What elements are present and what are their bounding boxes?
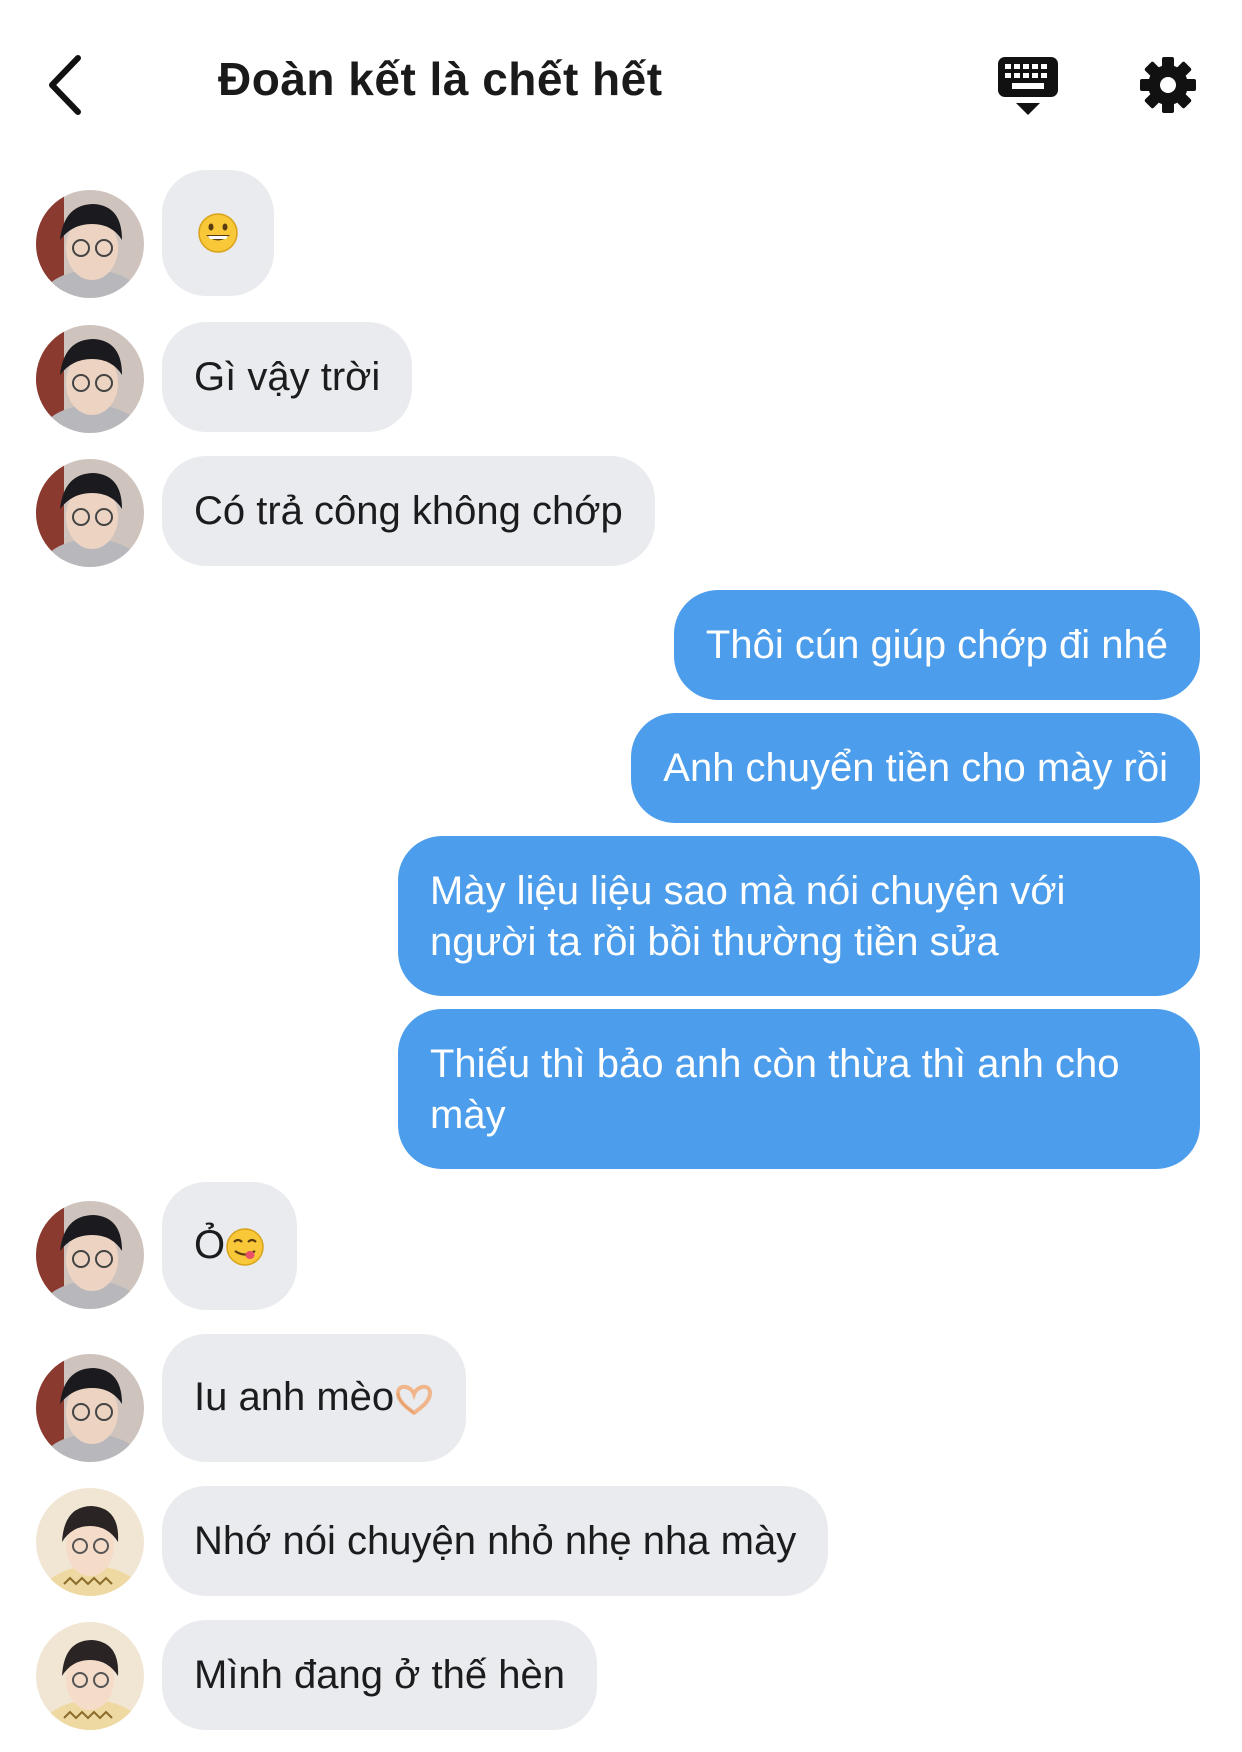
- keyboard-hide-icon: [998, 57, 1058, 115]
- message-text: Mình đang ở thế hèn: [194, 1653, 565, 1697]
- grinning-face-icon: [198, 213, 238, 253]
- heart-hands-icon: [396, 1385, 433, 1416]
- message-bubble-incoming[interactable]: [162, 170, 274, 296]
- message-bubble-outgoing[interactable]: Thôi cún giúp chớp đi nhé: [673, 590, 1200, 700]
- message-bubble-outgoing[interactable]: Anh chuyển tiền cho mày rồi: [631, 713, 1200, 823]
- back-button[interactable]: [40, 50, 100, 120]
- chevron-left-icon: [49, 55, 81, 115]
- settings-button[interactable]: [1138, 55, 1198, 115]
- face-savoring-food-icon: [226, 1228, 264, 1267]
- message-bubble-outgoing[interactable]: Thiếu thì bảo anh còn thừa thì anh cho m…: [398, 1009, 1200, 1169]
- gear-icon: [1140, 57, 1196, 113]
- message-bubble-incoming[interactable]: Iu anh mèo: [162, 1334, 467, 1462]
- avatar[interactable]: [36, 1488, 144, 1596]
- keyboard-button[interactable]: [995, 54, 1061, 118]
- message-bubble-incoming[interactable]: Mình đang ở thế hèn: [162, 1620, 597, 1730]
- avatar[interactable]: [36, 459, 144, 567]
- message-text: Anh chuyển tiền cho mày rồi: [663, 746, 1168, 790]
- avatar[interactable]: [36, 1622, 144, 1730]
- message-bubble-outgoing[interactable]: Mày liệu liệu sao mà nói chuyện với ngườ…: [398, 836, 1200, 996]
- message-text: Gì vậy trời: [194, 355, 381, 399]
- message-text: Có trả công không chớp: [194, 489, 623, 533]
- chat-title: Đoàn kết là chết hết: [218, 53, 663, 105]
- avatar[interactable]: [36, 1201, 144, 1309]
- message-bubble-incoming[interactable]: Gì vậy trời: [162, 322, 413, 432]
- message-bubble-incoming[interactable]: Ỏ: [162, 1182, 298, 1310]
- avatar[interactable]: [36, 325, 144, 433]
- message-bubble-incoming[interactable]: Có trả công không chớp: [162, 456, 655, 566]
- message-text: Iu anh mèo: [194, 1375, 395, 1419]
- chat-header: Đoàn kết là chết hết: [0, 0, 1242, 170]
- message-text: Ỏ: [194, 1223, 226, 1267]
- message-text: Nhớ nói chuyện nhỏ nhẹ nha mày: [194, 1519, 797, 1563]
- message-text: Mày liệu liệu sao mà nói chuyện với ngườ…: [430, 869, 1066, 964]
- message-text: Thôi cún giúp chớp đi nhé: [705, 623, 1168, 667]
- avatar[interactable]: [36, 1354, 144, 1462]
- avatar[interactable]: [36, 190, 144, 298]
- message-bubble-incoming[interactable]: Nhớ nói chuyện nhỏ nhẹ nha mày: [162, 1486, 829, 1596]
- message-text: Thiếu thì bảo anh còn thừa thì anh cho m…: [430, 1042, 1120, 1137]
